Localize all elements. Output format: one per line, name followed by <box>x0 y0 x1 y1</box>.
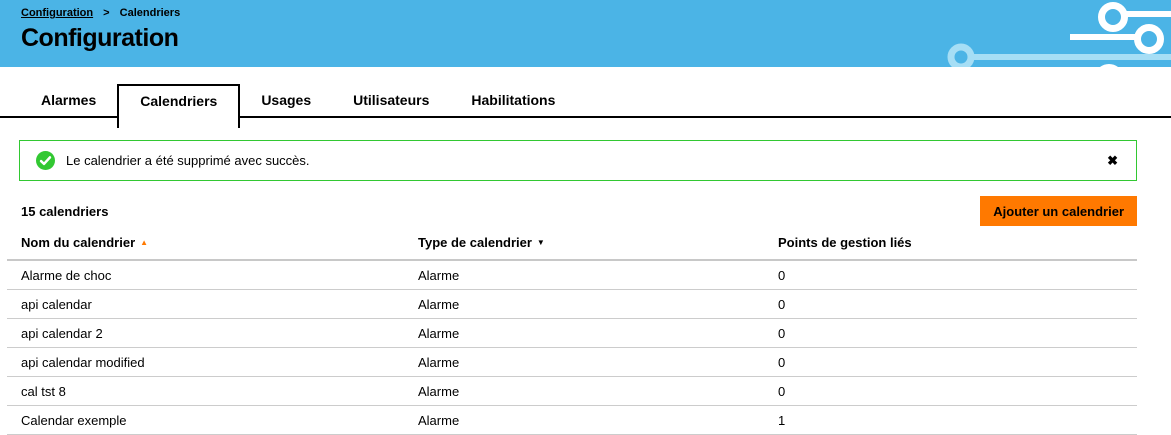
tab-bar: Alarmes Calendriers Usages Utilisateurs … <box>0 84 1171 128</box>
cell-linked-points: 0 <box>764 289 1137 319</box>
success-check-icon <box>36 151 55 170</box>
add-calendar-button[interactable]: Ajouter un calendrier <box>980 196 1137 226</box>
table-row[interactable]: api calendar modified Alarme 0 <box>7 347 1137 377</box>
cell-linked-points: 0 <box>764 318 1137 348</box>
alert-close-button[interactable]: ✖ <box>1107 154 1118 167</box>
table-row[interactable]: api calendar Alarme 0 <box>7 289 1137 319</box>
cell-calendar-name: Alarme de choc <box>7 260 404 290</box>
cell-calendar-name: cal tst 8 <box>7 376 404 406</box>
column-label-points: Points de gestion liés <box>778 235 912 250</box>
cell-calendar-type: Alarme <box>404 318 764 348</box>
table-row[interactable]: api calendar 2 Alarme 0 <box>7 318 1137 348</box>
page-title: Configuration <box>21 24 179 52</box>
tab-usages[interactable]: Usages <box>240 84 332 116</box>
table-row[interactable]: Calendar exemple Alarme 1 <box>7 405 1137 435</box>
cell-linked-points: 1 <box>764 405 1137 435</box>
cell-calendar-type: Alarme <box>404 376 764 406</box>
cell-calendar-type: Alarme <box>404 347 764 377</box>
breadcrumb-separator-icon: > <box>103 7 110 19</box>
calendar-table: Nom du calendrier ▲ Type de calendrier ▼ P… <box>7 226 1137 435</box>
column-header-points[interactable]: Points de gestion liés <box>764 226 1137 261</box>
toolbar: 15 calendriers Ajouter un calendrier <box>21 196 1137 226</box>
sort-desc-icon: ▼ <box>536 238 545 247</box>
cell-calendar-type: Alarme <box>404 405 764 435</box>
tab-calendriers[interactable]: Calendriers <box>117 84 241 128</box>
column-header-type[interactable]: Type de calendrier ▼ <box>404 226 764 261</box>
breadcrumb-current: Calendriers <box>119 7 181 19</box>
cell-calendar-type: Alarme <box>404 289 764 319</box>
table-row[interactable]: Alarme de choc Alarme 0 <box>7 260 1137 290</box>
alert-message: Le calendrier a été supprimé avec succès… <box>66 153 310 168</box>
table-row[interactable]: cal tst 8 Alarme 0 <box>7 376 1137 406</box>
success-alert: Le calendrier a été supprimé avec succès… <box>19 140 1137 181</box>
page-header: Configuration > Calendriers Configuratio… <box>0 0 1171 67</box>
cell-calendar-name: api calendar <box>7 289 404 319</box>
breadcrumb: Configuration > Calendriers <box>21 7 180 19</box>
tab-utilisateurs[interactable]: Utilisateurs <box>332 84 450 116</box>
cell-linked-points: 0 <box>764 260 1137 290</box>
cell-calendar-name: api calendar modified <box>7 347 404 377</box>
cell-calendar-name: Calendar exemple <box>7 405 404 435</box>
sort-asc-icon: ▲ <box>140 238 149 247</box>
table-header-row: Nom du calendrier ▲ Type de calendrier ▼ P… <box>7 226 1137 261</box>
calendar-count: 15 calendriers <box>21 203 109 219</box>
page: Configuration > Calendriers Configuratio… <box>0 0 1171 435</box>
cell-calendar-type: Alarme <box>404 260 764 290</box>
cell-linked-points: 0 <box>764 376 1137 406</box>
column-header-name[interactable]: Nom du calendrier ▲ <box>7 226 404 261</box>
tab-habilitations[interactable]: Habilitations <box>450 84 576 116</box>
tab-alarmes[interactable]: Alarmes <box>20 84 117 116</box>
cell-linked-points: 0 <box>764 347 1137 377</box>
circuit-decoration-graphic <box>947 2 1171 67</box>
breadcrumb-link-configuration[interactable]: Configuration <box>21 7 93 19</box>
cell-calendar-name: api calendar 2 <box>7 318 404 348</box>
column-label-name: Nom du calendrier <box>21 235 136 250</box>
column-label-type: Type de calendrier <box>418 235 532 250</box>
close-icon: ✖ <box>1107 153 1118 168</box>
